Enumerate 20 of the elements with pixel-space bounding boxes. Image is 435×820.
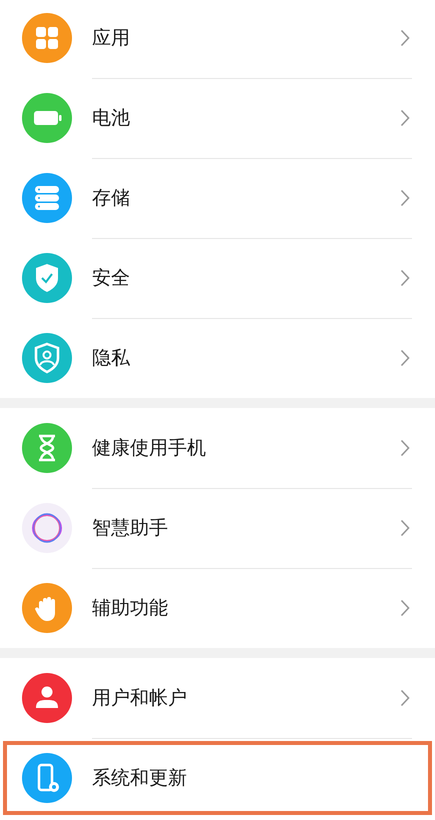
settings-item[interactable]: 应用 [0,0,435,78]
settings-label: 健康使用手机 [92,436,207,460]
settings-item[interactable]: 系统和更新 [0,738,435,818]
settings-label: 电池 [92,106,131,130]
settings-item[interactable]: 隐私 [0,318,435,398]
settings-label: 智慧助手 [92,516,169,540]
settings-item[interactable]: 辅助功能 [0,568,435,648]
settings-item[interactable]: 用户和帐户 [0,658,435,738]
settings-label: 用户和帐户 [92,686,188,710]
settings-item[interactable]: 存储 [0,158,435,238]
settings-label: 存储 [92,186,131,210]
settings-label: 安全 [92,266,131,290]
settings-label: 辅助功能 [92,596,169,621]
settings-item[interactable]: 智慧助手 [0,488,435,568]
settings-item[interactable]: 安全 [0,238,435,318]
settings-label: 系统和更新 [92,766,188,790]
settings-item[interactable]: 电池 [0,78,435,158]
settings-label: 应用 [92,26,131,50]
settings-item[interactable]: 健康使用手机 [0,408,435,488]
settings-label: 隐私 [92,346,131,371]
